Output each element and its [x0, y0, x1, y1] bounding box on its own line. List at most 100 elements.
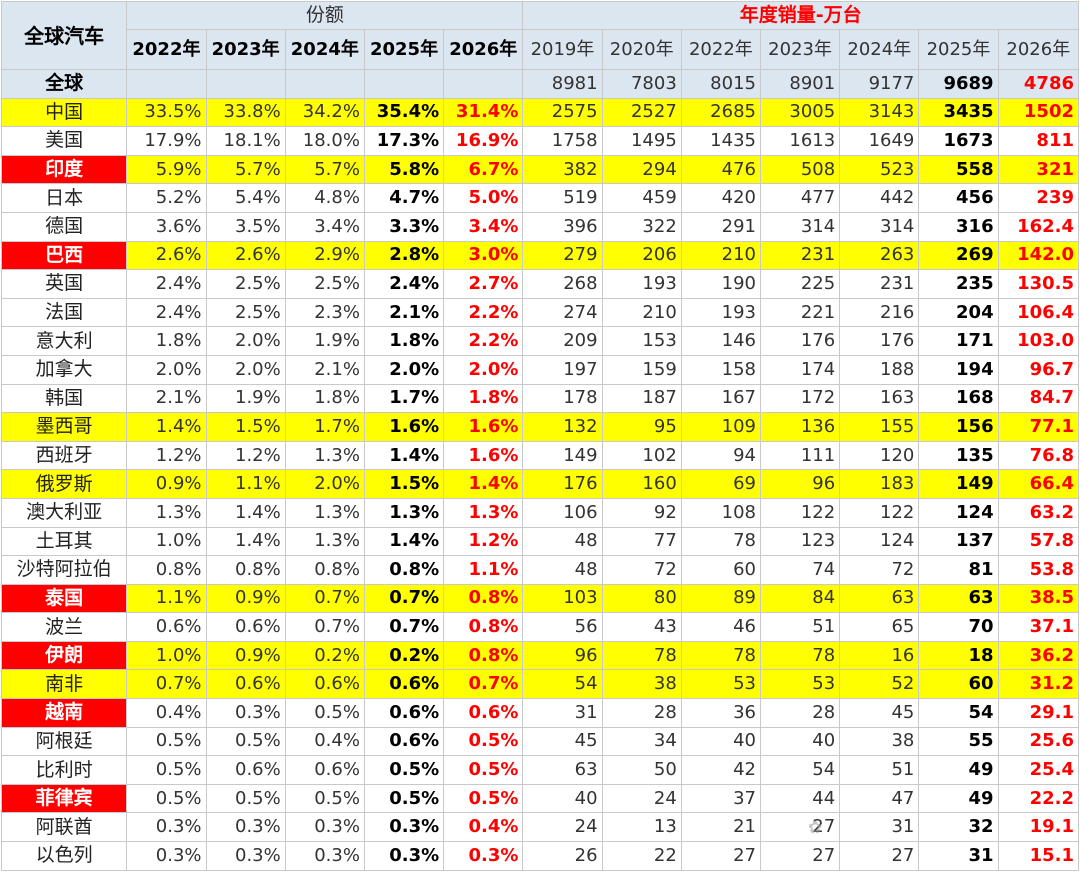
- share-cell: 0.3%: [126, 812, 207, 843]
- share-cell: 1.1%: [126, 583, 207, 614]
- sales-cell: 316: [918, 211, 999, 242]
- sales-cell: 210: [680, 240, 761, 271]
- share-cell: 0.5%: [126, 755, 207, 785]
- sales-cell: 153: [601, 326, 682, 356]
- sales-cell: 2527: [601, 97, 682, 128]
- share-cell: 0.5%: [363, 783, 445, 814]
- sales-cell: 60: [918, 669, 999, 700]
- country-name: 中国: [0, 97, 128, 128]
- sales-cell: 54: [522, 669, 603, 700]
- share-cell: 1.6%: [443, 440, 524, 471]
- sales-cell: 159: [601, 354, 682, 385]
- sales-cell: 96: [522, 640, 603, 671]
- share-cell: 0.6%: [205, 755, 286, 785]
- share-cell: 3.4%: [443, 211, 524, 242]
- share-cell: 0.6%: [284, 755, 365, 785]
- table-row: 泰国 1.1% 0.9% 0.7% 0.7% 0.8% 103 80 89 84 63 63 38.5: [0, 583, 1080, 614]
- share-cell: 2.5%: [284, 269, 365, 299]
- share-cell: 0.6%: [284, 669, 365, 700]
- share-cell: 2.5%: [205, 297, 286, 328]
- share-cell: 0.5%: [126, 726, 207, 757]
- share-cell: 31.4%: [443, 97, 524, 128]
- sales-cell: 235: [918, 269, 999, 299]
- share-cell: 5.2%: [126, 183, 207, 213]
- sales-cell: 193: [601, 269, 682, 299]
- sales-cell: 49: [918, 783, 999, 814]
- share-cell: 2.4%: [126, 297, 207, 328]
- sales-cell: 50: [601, 755, 682, 785]
- share-cell: [443, 69, 524, 99]
- sales-cell: 53: [680, 669, 761, 700]
- header-row-years: 2022年 2023年 2024年 2025年 2026年 2019年 2020年 2022年…: [2, 29, 1080, 70]
- sales-cell: 70: [918, 612, 999, 642]
- share-cell: 1.4%: [126, 412, 207, 442]
- sales-cell: 294: [601, 154, 682, 185]
- sales-year-header: 2026年: [997, 29, 1080, 70]
- sales-cell: 43: [601, 612, 682, 642]
- country-name: 阿联酋: [0, 812, 128, 843]
- sales-cell: 13: [601, 812, 682, 843]
- sales-cell: 130.5: [997, 269, 1080, 299]
- sales-cell: 54: [918, 698, 999, 728]
- sales-cell: 18: [918, 640, 999, 671]
- share-cell: 0.5%: [284, 698, 365, 728]
- sales-cell: 51: [839, 755, 920, 785]
- share-cell: 1.3%: [284, 526, 365, 557]
- sales-cell: 1435: [680, 126, 761, 156]
- sales-cell: 1495: [601, 126, 682, 156]
- sales-cell: 8981: [522, 69, 603, 99]
- share-year-header: 2023年: [205, 29, 286, 70]
- watermark: ✿: [808, 818, 823, 838]
- sales-cell: 106: [522, 497, 603, 528]
- sales-cell: 47: [839, 783, 920, 814]
- sales-cell: 279: [522, 240, 603, 271]
- share-cell: 1.4%: [363, 440, 445, 471]
- sales-cell: 274: [522, 297, 603, 328]
- sales-year-header: 2020年: [601, 29, 682, 70]
- sales-cell: 519: [522, 183, 603, 213]
- sales-cell: 44: [759, 783, 841, 814]
- sales-cell: 31.2: [997, 669, 1080, 700]
- sales-cell: 2575: [522, 97, 603, 128]
- sales-cell: 96: [759, 469, 841, 499]
- sales-cell: 49: [918, 755, 999, 785]
- sales-cell: 176: [759, 326, 841, 356]
- share-cell: 1.8%: [363, 326, 445, 356]
- share-cell: 1.5%: [205, 412, 286, 442]
- table-row: 波兰 0.6% 0.6% 0.7% 0.7% 0.8% 56 43 46 51 65 70 37.1: [0, 612, 1080, 642]
- share-cell: 1.2%: [443, 526, 524, 557]
- sales-cell: 7803: [601, 69, 682, 99]
- sales-cell: 69: [680, 469, 761, 499]
- sales-cell: 142.0: [997, 240, 1080, 271]
- share-cell: 2.0%: [126, 354, 207, 385]
- share-cell: 1.9%: [284, 326, 365, 356]
- share-cell: 5.7%: [284, 154, 365, 185]
- sales-cell: 96.7: [997, 354, 1080, 385]
- share-cell: 17.9%: [126, 126, 207, 156]
- table-row: 俄罗斯 0.9% 1.1% 2.0% 1.5% 1.4% 176 160 69 96 183 149 6…: [0, 469, 1080, 499]
- sales-cell: 216: [839, 297, 920, 328]
- share-cell: 34.2%: [284, 97, 365, 128]
- table-row: 法国 2.4% 2.5% 2.3% 2.1% 2.2% 274 210 193 221 216 204…: [0, 297, 1080, 328]
- table-row: 沙特阿拉伯 0.8% 0.8% 0.8% 0.8% 1.1% 48 72 60 74 72 81 53.…: [0, 555, 1080, 585]
- share-cell: 3.3%: [363, 211, 445, 242]
- country-name: 英国: [0, 269, 128, 299]
- sales-cell: 109: [680, 412, 761, 442]
- share-cell: 0.3%: [284, 812, 365, 843]
- sales-cell: 45: [839, 698, 920, 728]
- sales-cell: 63: [839, 583, 920, 614]
- sales-cell: 36: [680, 698, 761, 728]
- sales-cell: 31: [522, 698, 603, 728]
- share-cell: 0.8%: [443, 640, 524, 671]
- country-name: 比利时: [0, 755, 128, 785]
- sales-cell: 56: [522, 612, 603, 642]
- share-cell: 0.9%: [126, 469, 207, 499]
- country-name: 日本: [0, 183, 128, 213]
- table-row: 阿联酋 0.3% 0.3% 0.3% 0.3% 0.4% 24 13 21 27 31 32 19.1: [0, 812, 1080, 843]
- sales-cell: 811: [997, 126, 1080, 156]
- share-cell: 2.4%: [126, 269, 207, 299]
- sales-cell: 28: [759, 698, 841, 728]
- sales-cell: 103.0: [997, 326, 1080, 356]
- share-cell: 1.3%: [284, 440, 365, 471]
- table-row: 中国 33.5% 33.8% 34.2% 35.4% 31.4% 2575 2527 2685 3…: [0, 97, 1080, 128]
